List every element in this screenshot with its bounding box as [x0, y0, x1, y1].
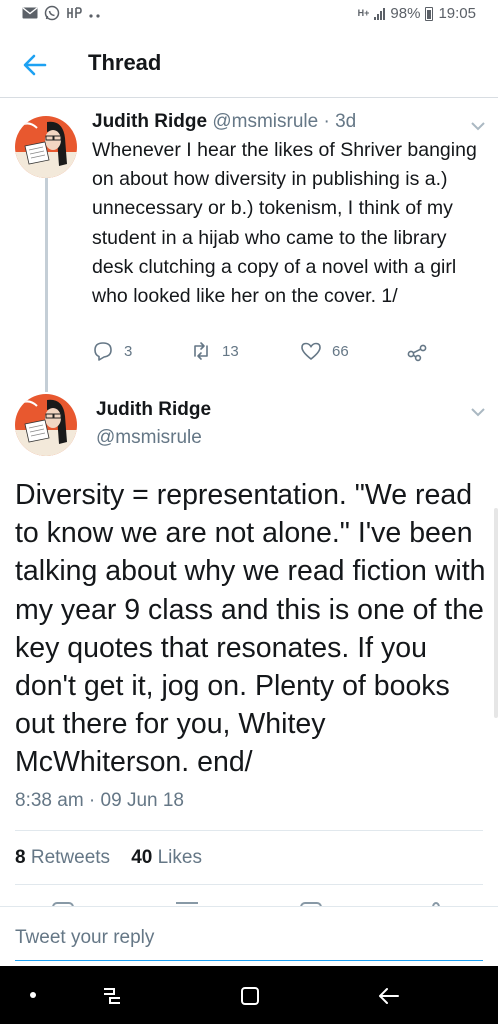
reply-bar: Tweet your reply: [0, 906, 498, 966]
status-right: H+ 98% 19:05: [358, 5, 476, 22]
retweets-label: Retweets: [30, 847, 111, 868]
status-left-icons: [22, 5, 102, 24]
tweet1-header: Judith Ridge @msmisrule · 3d: [92, 111, 356, 133]
heart-icon: [301, 342, 321, 361]
retweet-icon: [194, 342, 208, 360]
battery-percent: 98%: [390, 5, 421, 22]
system-nav-bar: [0, 966, 498, 1024]
share-icon: [407, 344, 427, 362]
author-handle[interactable]: @msmisrule: [96, 427, 202, 449]
divider: [15, 830, 483, 831]
engagement-counts: 8 Retweets 40 Likes: [15, 847, 202, 869]
like-count: 66: [332, 342, 349, 360]
network-type: H+: [357, 8, 370, 18]
reply-count: 3: [124, 342, 133, 360]
share-button[interactable]: [406, 340, 428, 362]
author-name[interactable]: Judith Ridge: [96, 399, 211, 421]
avatar[interactable]: [15, 116, 77, 178]
likes-label: Likes: [157, 847, 202, 868]
tweet2-text: Diversity = representation. "We read to …: [15, 479, 486, 779]
home-icon: [241, 987, 259, 1005]
retweets-stat[interactable]: 8 Retweets: [15, 847, 110, 868]
author-name[interactable]: Judith Ridge: [92, 111, 207, 132]
whatsapp-icon: [44, 5, 60, 24]
battery-icon: [425, 6, 434, 21]
tweet1-text: Whenever I hear the likes of Shriver ban…: [92, 139, 477, 308]
tweet-timestamp: 8:38 am · 09 Jun 18: [15, 790, 184, 811]
avatar[interactable]: [15, 394, 77, 456]
retweet-button[interactable]: 13: [190, 340, 239, 362]
back-nav-icon: [379, 988, 399, 1004]
divider: [15, 884, 483, 885]
thread-connector: [45, 178, 48, 392]
retweet-count: 13: [222, 342, 239, 360]
likes-stat[interactable]: 40 Likes: [131, 847, 202, 868]
app-header: Thread: [0, 30, 498, 98]
recent-apps-icon: [104, 988, 120, 1004]
page-title: Thread: [88, 50, 162, 75]
back-nav-button[interactable]: [374, 982, 402, 1010]
chevron-down-icon[interactable]: [470, 118, 486, 131]
mail-icon: [22, 7, 38, 22]
like-button[interactable]: 66: [300, 340, 349, 362]
data-icon: [66, 6, 82, 23]
clock: 19:05: [438, 5, 476, 22]
scrollbar[interactable]: [494, 508, 498, 718]
nav-dot-icon[interactable]: [30, 992, 36, 998]
like-total: 40: [131, 847, 153, 868]
reply-input[interactable]: Tweet your reply: [15, 921, 483, 961]
back-button[interactable]: [18, 48, 52, 82]
status-bar: H+ 98% 19:05: [0, 0, 498, 30]
tweet1-actions: 3 13 66: [92, 340, 482, 366]
home-button[interactable]: [236, 982, 264, 1010]
chevron-down-icon[interactable]: [470, 404, 486, 417]
more-icon: [88, 7, 102, 22]
author-handle: @msmisrule · 3d: [212, 111, 357, 132]
reply-icon: [94, 342, 112, 361]
reply-button[interactable]: 3: [92, 340, 132, 362]
retweet-total: 8: [15, 847, 26, 868]
back-arrow-icon: [23, 54, 47, 76]
signal-icon: [374, 7, 386, 20]
recent-apps-button[interactable]: [98, 982, 126, 1010]
